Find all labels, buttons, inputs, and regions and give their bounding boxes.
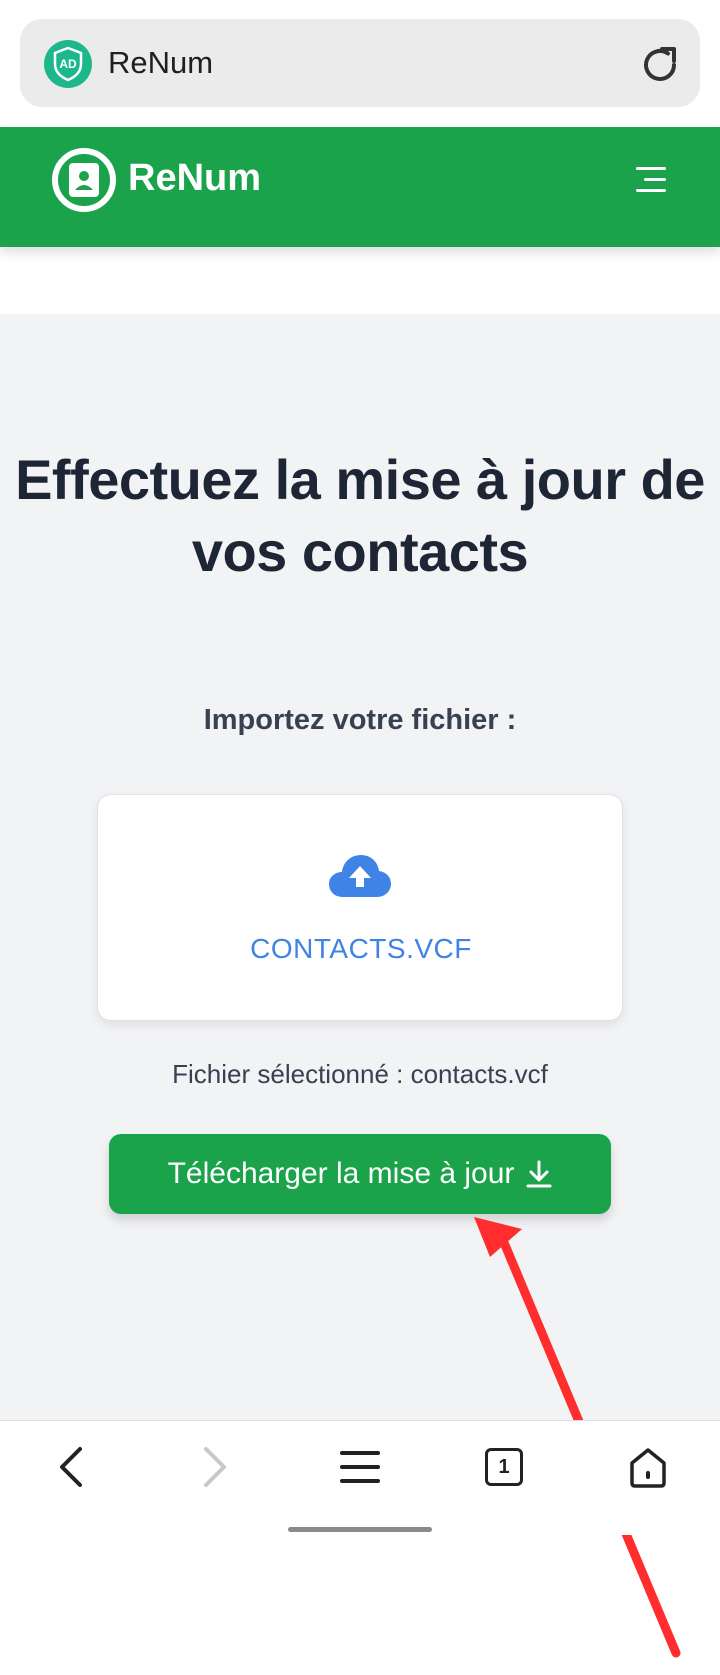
gesture-home-indicator[interactable] [288, 1527, 432, 1532]
cloud-upload-icon [327, 851, 393, 901]
site-header: ReNum [0, 127, 720, 247]
tabs-icon[interactable]: 1 [480, 1443, 528, 1491]
menu-icon[interactable] [336, 1443, 384, 1491]
page-title: ReNum [108, 45, 214, 80]
page-headline: Effectuez la mise à jour de vos contacts [0, 444, 720, 588]
ad-badge-icon: AD [44, 40, 92, 88]
reload-icon[interactable] [638, 43, 682, 87]
svg-text:AD: AD [59, 57, 77, 71]
back-icon[interactable] [48, 1443, 96, 1491]
home-icon[interactable] [624, 1443, 672, 1491]
tab-count: 1 [485, 1448, 523, 1486]
download-button-label: Télécharger la mise à jour [167, 1157, 515, 1190]
headline-line-1: Effectuez la mise à jour de [15, 448, 705, 511]
download-update-button[interactable]: Télécharger la mise à jour [109, 1134, 611, 1214]
browser-bottom-nav: 1 [0, 1420, 720, 1535]
import-label: Importez votre fichier : [203, 704, 517, 736]
hamburger-menu-icon[interactable] [634, 165, 668, 195]
browser-address-bar[interactable]: AD ReNum [20, 19, 700, 107]
contact-book-icon[interactable] [50, 146, 118, 214]
brand-name[interactable]: ReNum [128, 157, 261, 200]
headline-line-2: vos contacts [191, 520, 529, 583]
selected-file-text: Fichier sélectionné : contacts.vcf [172, 1059, 548, 1089]
file-upload-dropzone[interactable]: CONTACTS.VCF [97, 794, 623, 1021]
upload-file-name[interactable]: CONTACTS.VCF [98, 933, 624, 965]
download-icon [526, 1160, 552, 1188]
forward-icon[interactable] [190, 1443, 238, 1491]
